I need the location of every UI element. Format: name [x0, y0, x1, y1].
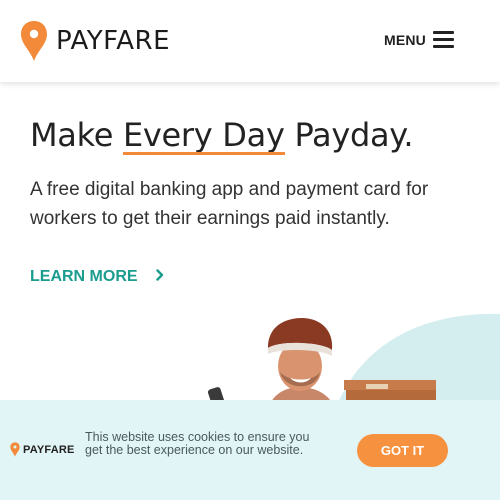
brand-name: PAYFARE: [56, 26, 171, 56]
payfare-logo[interactable]: PAYFARE: [20, 20, 170, 62]
hero-illustration: [0, 300, 500, 410]
hero-title: Make Every Day Payday.: [30, 116, 414, 155]
cookie-message: This website uses cookies to ensure you …: [85, 430, 310, 457]
hamburger-icon: [433, 30, 454, 49]
hero-title-end: Payday.: [284, 116, 414, 154]
menu-button[interactable]: MENU: [384, 30, 454, 49]
cookie-banner-brand: PAYFARE: [23, 443, 75, 456]
cookie-banner-logo: PAYFARE: [10, 442, 75, 457]
learn-more-link[interactable]: LEARN MORE: [30, 268, 164, 286]
chevron-right-icon: [155, 268, 164, 286]
learn-more-label: LEARN MORE: [30, 268, 138, 285]
menu-label: MENU: [383, 31, 426, 48]
location-pin-icon: [21, 21, 47, 61]
hero-subtitle: A free digital banking app and payment c…: [30, 179, 429, 229]
got-it-button[interactable]: GOT IT: [357, 434, 448, 467]
hero-title-highlight: Every Day: [122, 116, 285, 155]
cookie-banner: PAYFARE This website uses cookies to ens…: [0, 400, 500, 500]
site-header: PAYFARE MENU: [0, 0, 500, 82]
hero-title-start: Make: [30, 116, 123, 154]
location-pin-icon: [10, 442, 20, 457]
